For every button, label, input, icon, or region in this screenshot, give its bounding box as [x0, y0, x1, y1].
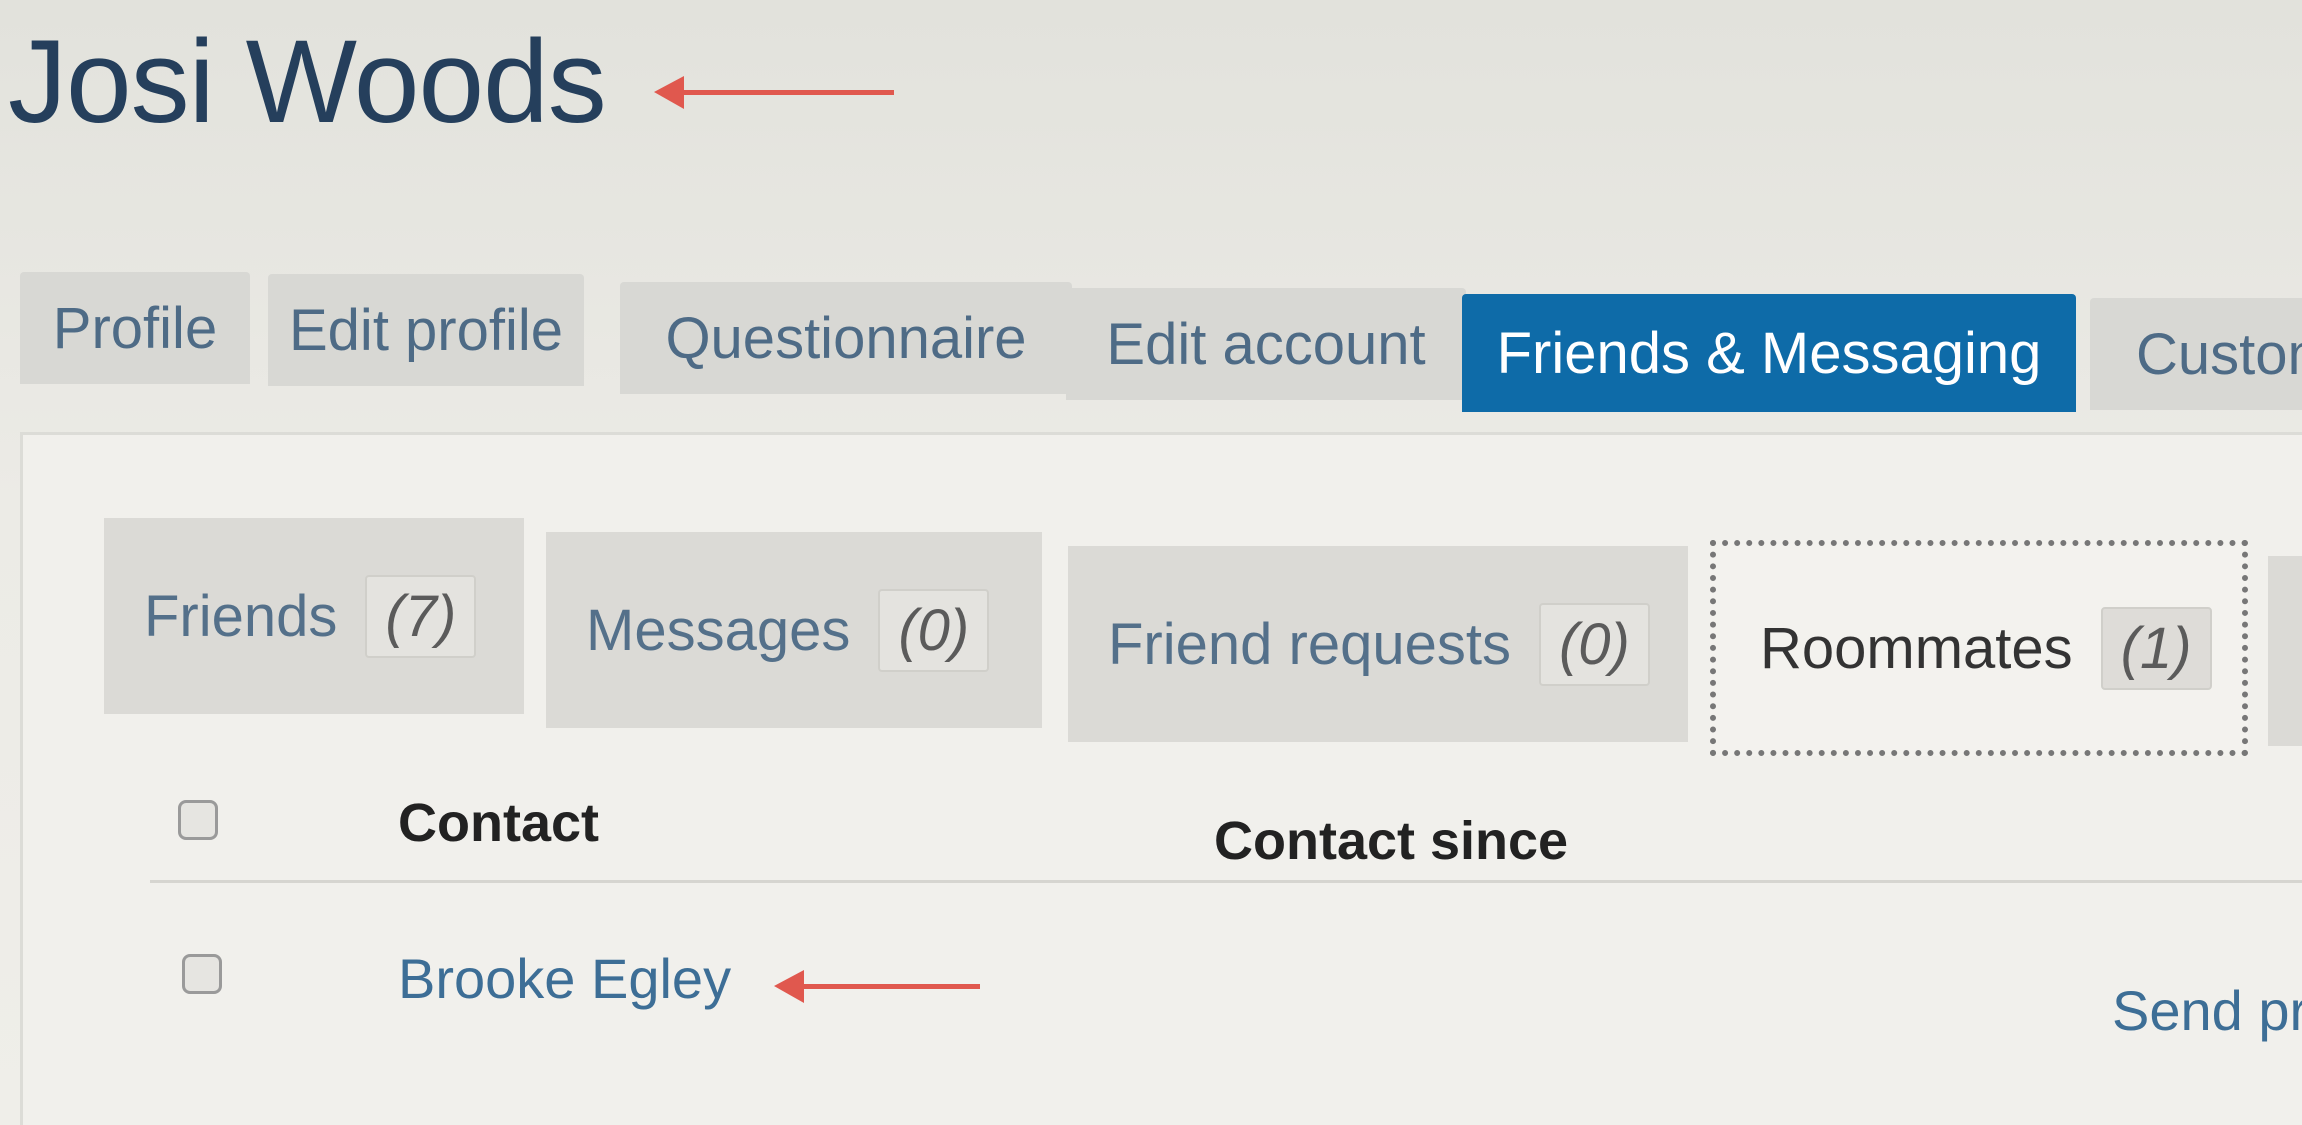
row-checkbox[interactable]	[182, 954, 222, 994]
subtab-roommates-count: (1)	[2100, 606, 2212, 690]
subtab-messages[interactable]: Messages (0)	[546, 532, 1042, 728]
tab-edit-account[interactable]: Edit account	[1066, 288, 1466, 400]
subtab-friend-requests-label: Friend requests	[1108, 611, 1511, 677]
annotation-arrow-contact	[774, 970, 980, 1003]
page-title: Josi Woods	[8, 16, 607, 148]
send-message-link[interactable]: Send pr	[2112, 978, 2302, 1043]
contact-link-brooke-egley[interactable]: Brooke Egley	[398, 946, 731, 1011]
tab-custom[interactable]: Custom	[2090, 298, 2302, 410]
subtab-messages-label: Messages	[586, 597, 851, 663]
tab-edit-profile[interactable]: Edit profile	[268, 274, 584, 386]
page: Josi Woods Profile Edit profile Question…	[0, 0, 2302, 1125]
select-all-checkbox[interactable]	[178, 800, 218, 840]
subtab-friends[interactable]: Friends (7)	[104, 518, 524, 714]
subtab-friends-count: (7)	[365, 574, 477, 658]
subtab-next-partial[interactable]	[2268, 556, 2302, 746]
column-header-contact: Contact	[398, 793, 599, 853]
main-tab-bar: Profile Edit profile Questionnaire Edit …	[20, 272, 2302, 422]
subtab-roommates[interactable]: Roommates (1)	[1710, 540, 2248, 756]
annotation-arrow-title	[654, 76, 894, 109]
subtab-friend-requests[interactable]: Friend requests (0)	[1068, 546, 1688, 742]
contacts-table-header: Contact Contact since	[150, 770, 2302, 883]
subtab-roommates-label: Roommates	[1760, 615, 2073, 681]
tab-profile[interactable]: Profile	[20, 272, 250, 384]
column-header-contact-since: Contact since	[1214, 811, 1569, 871]
tab-friends-messaging[interactable]: Friends & Messaging	[1462, 294, 2076, 412]
subtab-friend-requests-count: (0)	[1538, 602, 1650, 686]
subtab-friends-label: Friends	[144, 583, 338, 649]
tab-questionnaire[interactable]: Questionnaire	[620, 282, 1072, 394]
subtab-messages-count: (0)	[878, 588, 990, 672]
